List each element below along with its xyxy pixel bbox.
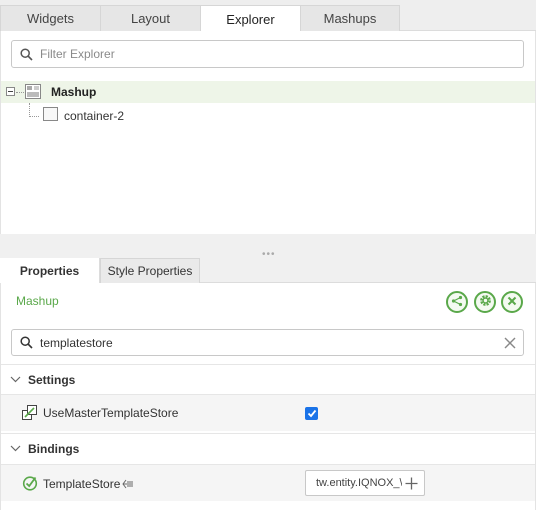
property-search-box: [11, 329, 524, 356]
clear-search-icon[interactable]: [497, 337, 523, 349]
top-tab-bar: Widgets Layout Explorer Mashups: [0, 0, 536, 32]
search-icon: [12, 47, 40, 61]
tab-properties[interactable]: Properties: [0, 258, 100, 283]
section-bindings[interactable]: Bindings: [1, 433, 535, 463]
gear-icon: [479, 294, 492, 310]
entity-name: Mashup: [16, 294, 59, 308]
property-label: TemplateStore: [43, 477, 121, 491]
property-row-usemastertemplatestore: UseMasterTemplateStore: [1, 394, 535, 431]
section-title: Settings: [28, 372, 76, 387]
explorer-panel: Mashup container-2: [0, 31, 536, 234]
chevron-down-icon: [10, 445, 21, 452]
tab-style-properties[interactable]: Style Properties: [100, 258, 200, 283]
filter-explorer-box: [11, 40, 524, 68]
properties-panel: Mashup Settings UseMasterTemp: [0, 283, 536, 510]
section-title: Bindings: [28, 441, 80, 456]
share-button[interactable]: [446, 291, 468, 313]
binding-check-icon: [22, 475, 38, 494]
tab-explorer[interactable]: Explorer: [200, 5, 301, 32]
templatestore-value: tw.entity.IQNOX_\: [316, 477, 402, 489]
search-icon: [12, 336, 40, 349]
bind-arrow-icon: [122, 478, 134, 492]
panel-splitter[interactable]: •••: [0, 234, 536, 260]
tab-widgets[interactable]: Widgets: [0, 5, 101, 31]
section-settings[interactable]: Settings: [1, 364, 535, 394]
tab-mashups[interactable]: Mashups: [300, 5, 400, 31]
filter-explorer-input[interactable]: [40, 47, 523, 61]
tree-item-container-2[interactable]: container-2: [41, 106, 241, 126]
chevron-down-icon: [10, 376, 21, 383]
tree-item-label: Mashup: [51, 85, 97, 99]
tree-item-label: container-2: [64, 109, 125, 123]
add-icon[interactable]: [405, 477, 418, 493]
property-search-input[interactable]: [40, 335, 497, 350]
settings-button[interactable]: [474, 291, 496, 313]
link-icon: [22, 405, 38, 423]
tree-item-mashup[interactable]: Mashup: [1, 81, 535, 103]
close-icon: [507, 295, 517, 309]
mashup-icon: [25, 84, 41, 102]
close-button[interactable]: [501, 291, 523, 313]
property-row-templatestore: TemplateStore tw.entity.IQNOX_\: [1, 464, 535, 501]
property-label: UseMasterTemplateStore: [43, 406, 179, 420]
share-icon: [451, 295, 463, 310]
tab-layout[interactable]: Layout: [100, 5, 201, 31]
templatestore-value-field[interactable]: tw.entity.IQNOX_\: [305, 470, 425, 496]
container-icon: [43, 107, 58, 121]
collapse-toggle-icon[interactable]: [6, 87, 15, 96]
usemastertemplatestore-checkbox[interactable]: [305, 407, 318, 420]
properties-tab-bar: Properties Style Properties: [0, 258, 536, 283]
